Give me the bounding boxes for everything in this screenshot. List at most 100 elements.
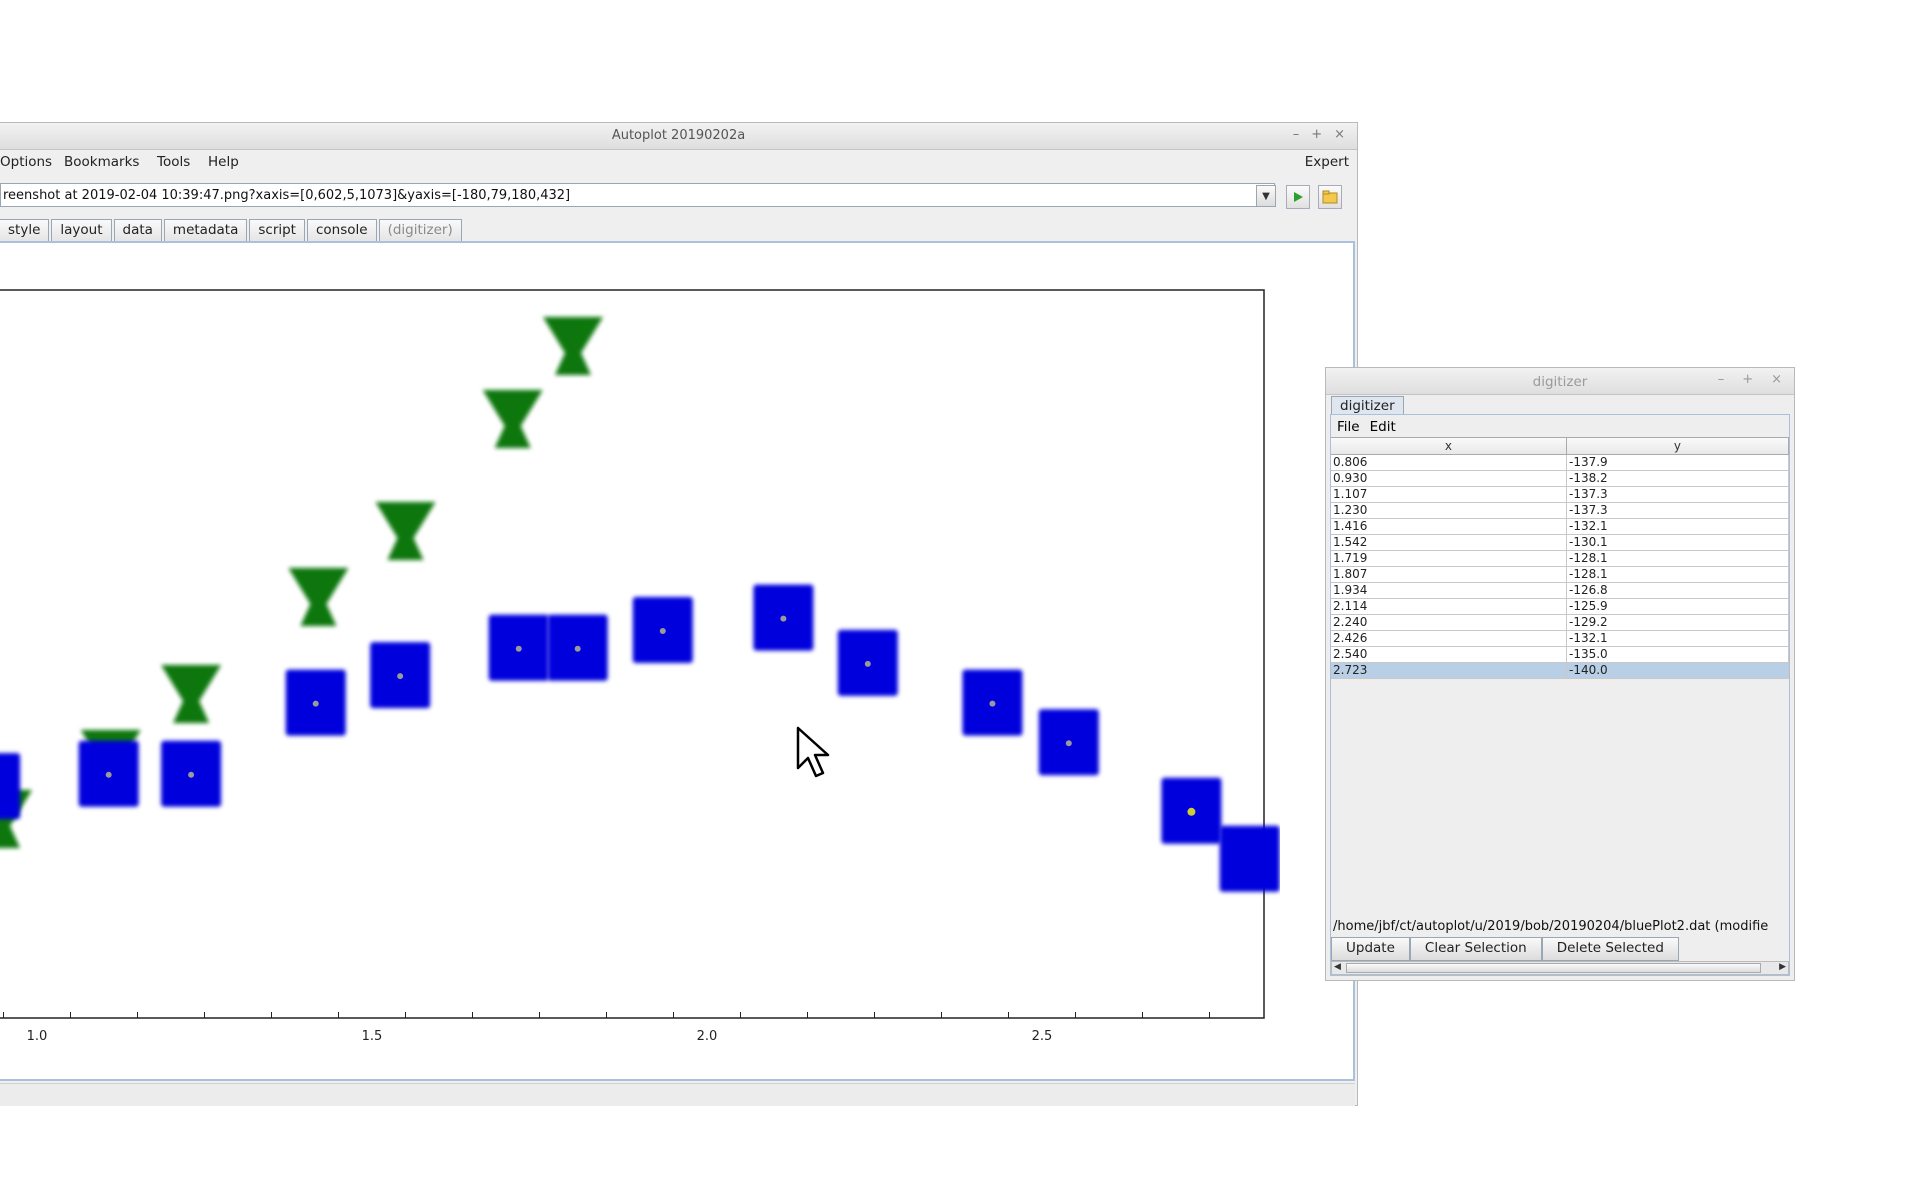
column-header-x[interactable]: x — [1331, 438, 1567, 454]
cell-y[interactable]: -128.1 — [1567, 551, 1789, 566]
digitized-point[interactable] — [188, 771, 195, 778]
scrollbar-thumb[interactable] — [1346, 963, 1761, 973]
cell-y[interactable]: -137.3 — [1567, 503, 1789, 518]
plot-frame — [0, 289, 1265, 1019]
cell-y[interactable]: -132.1 — [1567, 519, 1789, 534]
scroll-right-icon[interactable]: ▶ — [1779, 962, 1786, 972]
folder-icon — [1322, 190, 1338, 204]
table-row[interactable]: 1.416 -132.1 — [1331, 519, 1789, 535]
green-triangle-marker — [543, 317, 603, 375]
green-triangle-marker — [288, 568, 349, 626]
cell-y[interactable]: -129.2 — [1567, 615, 1789, 630]
cell-y[interactable]: -130.1 — [1567, 535, 1789, 550]
table-row[interactable]: 1.807 -128.1 — [1331, 567, 1789, 583]
digitized-point[interactable] — [105, 771, 112, 778]
cell-x[interactable]: 0.806 — [1331, 455, 1567, 470]
cell-y[interactable]: -126.8 — [1567, 583, 1789, 598]
blue-square-marker — [1219, 825, 1280, 892]
cell-x[interactable]: 2.240 — [1331, 615, 1567, 630]
digitized-point[interactable] — [1187, 807, 1196, 816]
scroll-left-icon[interactable]: ◀ — [1334, 962, 1341, 972]
cell-x[interactable]: 1.416 — [1331, 519, 1567, 534]
cell-y[interactable]: -128.1 — [1567, 567, 1789, 582]
digitized-point[interactable] — [1065, 740, 1072, 747]
x-axis: 1.0 1.5 2.0 2.5 — [3, 1012, 1210, 1044]
digitizer-tab[interactable]: digitizer — [1331, 396, 1404, 415]
points-table[interactable]: x y 0.806 -137.9 0.930 -138.2 1.107 -137.3 1.2… — [1331, 437, 1789, 918]
digitized-point[interactable] — [780, 615, 787, 622]
digitized-point[interactable] — [397, 673, 404, 680]
cell-x[interactable]: 1.107 — [1331, 487, 1567, 502]
cell-y[interactable]: -137.9 — [1567, 455, 1789, 470]
green-triangle-marker — [161, 665, 222, 723]
digitized-point[interactable] — [864, 660, 871, 667]
digitized-point[interactable] — [312, 700, 319, 707]
table-row[interactable]: 1.542 -130.1 — [1331, 535, 1789, 551]
delete-selected-button[interactable]: Delete Selected — [1541, 937, 1679, 961]
table-row[interactable]: 1.719 -128.1 — [1331, 551, 1789, 567]
digitizer-window: digitizer – + × digitizer File Edit x y … — [1325, 367, 1795, 981]
table-row[interactable]: 2.540 -135.0 — [1331, 647, 1789, 663]
table-row[interactable]: 2.723 -140.0 — [1331, 663, 1789, 679]
cell-x[interactable]: 2.540 — [1331, 647, 1567, 662]
file-path-label: /home/jbf/ct/autoplot/u/2019/bob/2019020… — [1333, 919, 1769, 934]
update-button[interactable]: Update — [1331, 937, 1410, 961]
digitizer-menu-edit[interactable]: Edit — [1370, 419, 1396, 435]
table-row[interactable]: 2.114 -125.9 — [1331, 599, 1789, 615]
cell-x[interactable]: 2.114 — [1331, 599, 1567, 614]
x-tick-label: 2.5 — [1032, 1029, 1053, 1044]
table-row[interactable]: 1.934 -126.8 — [1331, 583, 1789, 599]
horizontal-scrollbar[interactable]: ◀ ▶ — [1331, 961, 1789, 975]
clear-selection-button[interactable]: Clear Selection — [1409, 937, 1542, 961]
cell-x[interactable]: 2.426 — [1331, 631, 1567, 646]
digitized-point[interactable] — [515, 645, 522, 652]
table-header: x y — [1331, 438, 1789, 455]
digitized-point[interactable] — [989, 700, 996, 707]
blue-square-marker — [0, 753, 21, 820]
table-row[interactable]: 1.107 -137.3 — [1331, 487, 1789, 503]
go-button[interactable] — [1286, 185, 1310, 209]
cell-x[interactable]: 2.723 — [1331, 663, 1567, 678]
play-icon — [1294, 192, 1303, 202]
table-row[interactable]: 0.930 -138.2 — [1331, 471, 1789, 487]
plot[interactable]: 1.0 1.5 2.0 2.5 — [0, 0, 1280, 1060]
cell-y[interactable]: -137.3 — [1567, 487, 1789, 502]
cell-y[interactable]: -125.9 — [1567, 599, 1789, 614]
x-tick-label: 1.0 — [27, 1029, 48, 1044]
green-triangle-marker — [482, 390, 543, 448]
cell-y[interactable]: -138.2 — [1567, 471, 1789, 486]
digitized-point[interactable] — [659, 627, 666, 634]
x-tick-label: 1.5 — [362, 1029, 383, 1044]
digitizer-title-bar[interactable]: digitizer – + × — [1326, 368, 1794, 395]
cell-y[interactable]: -135.0 — [1567, 647, 1789, 662]
cell-x[interactable]: 1.542 — [1331, 535, 1567, 550]
green-triangle-marker — [375, 502, 436, 560]
maximize-button[interactable]: + — [1311, 127, 1322, 142]
cell-x[interactable]: 0.930 — [1331, 471, 1567, 486]
mouse-pointer-icon — [796, 726, 832, 782]
close-button[interactable]: × — [1334, 127, 1345, 142]
cell-x[interactable]: 1.934 — [1331, 583, 1567, 598]
digitizer-close-button[interactable]: × — [1771, 372, 1782, 387]
digitizer-minimize-button[interactable]: – — [1718, 372, 1725, 387]
table-row[interactable]: 1.230 -137.3 — [1331, 503, 1789, 519]
status-bar — [0, 1083, 1355, 1106]
x-tick-label: 2.0 — [697, 1029, 718, 1044]
expert-menu[interactable]: Expert — [1305, 154, 1349, 170]
table-row[interactable]: 2.426 -132.1 — [1331, 631, 1789, 647]
cell-y[interactable]: -132.1 — [1567, 631, 1789, 646]
digitizer-maximize-button[interactable]: + — [1742, 372, 1753, 387]
blue-series — [0, 584, 1280, 892]
table-row[interactable]: 2.240 -129.2 — [1331, 615, 1789, 631]
digitizer-menu-file[interactable]: File — [1337, 419, 1360, 435]
minimize-button[interactable]: – — [1293, 127, 1300, 142]
cell-x[interactable]: 1.230 — [1331, 503, 1567, 518]
digitizer-panel: File Edit x y 0.806 -137.9 0.930 -138.2 1.10… — [1330, 414, 1790, 976]
table-row[interactable]: 0.806 -137.9 — [1331, 455, 1789, 471]
cell-x[interactable]: 1.719 — [1331, 551, 1567, 566]
open-file-button[interactable] — [1318, 185, 1342, 209]
column-header-y[interactable]: y — [1567, 438, 1789, 454]
cell-x[interactable]: 1.807 — [1331, 567, 1567, 582]
digitized-point[interactable] — [574, 645, 581, 652]
cell-y[interactable]: -140.0 — [1567, 663, 1789, 678]
